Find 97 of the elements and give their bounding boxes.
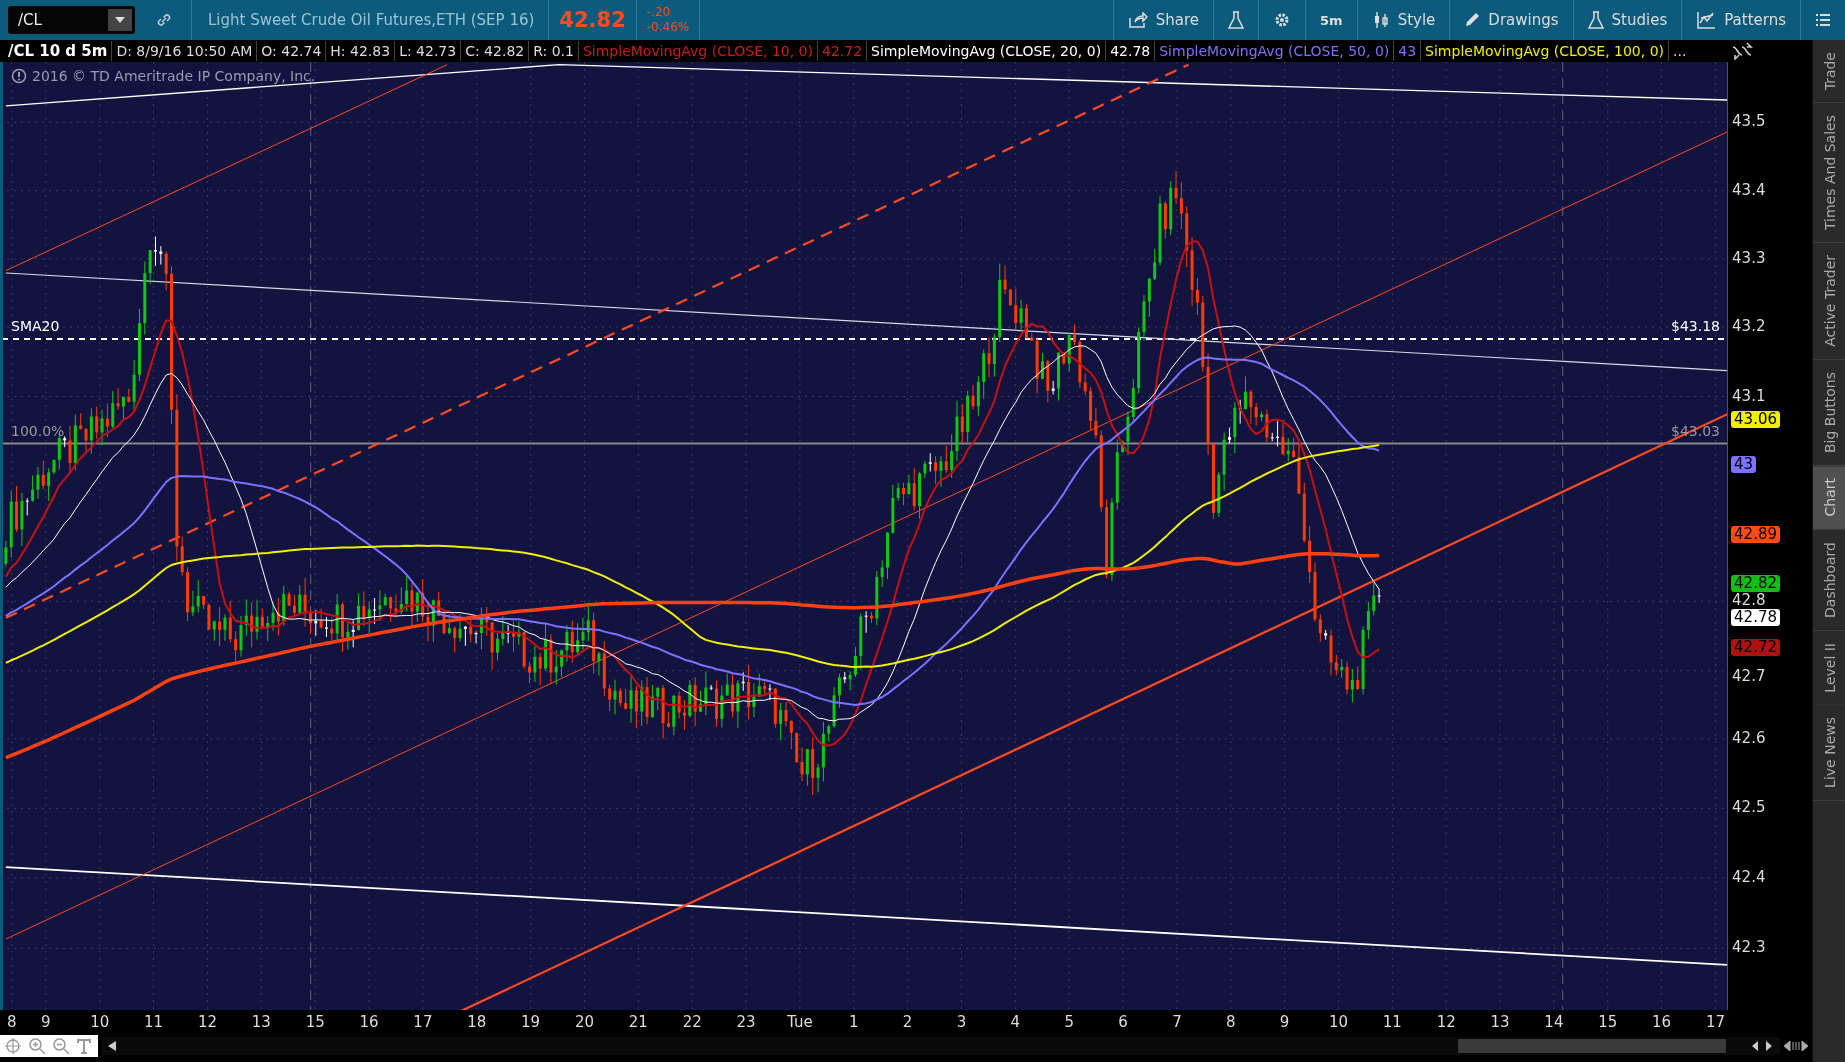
copyright-text: 2016 © TD Ameritrade IP Company, Inc.	[32, 68, 316, 84]
info-icon	[11, 68, 27, 84]
axis-label: 9	[41, 1013, 51, 1031]
axis-label: 10	[90, 1013, 110, 1031]
axis-label: 18	[467, 1013, 487, 1031]
bar-info: O: 42.74	[257, 41, 327, 61]
text-tool-icon[interactable]	[76, 1037, 92, 1054]
price-tag: 43.06	[1731, 411, 1780, 429]
symbol-field[interactable]: /CL	[8, 6, 135, 34]
level-label: SMA20	[11, 317, 60, 334]
axis-label: 42.3	[1732, 939, 1766, 957]
share-icon	[1127, 12, 1148, 28]
pencil-icon	[1464, 12, 1481, 28]
axis-label: 8	[1226, 1013, 1236, 1031]
axis-label: 43.2	[1732, 318, 1766, 336]
study-name: SimpleMovingAvg (CLOSE, 20, 0)	[867, 41, 1107, 61]
price-tag: 42.82	[1731, 574, 1780, 592]
price-tag: 42.72	[1731, 639, 1780, 657]
crosshair-icon[interactable]	[4, 1036, 22, 1055]
bar-info: H: 42.83	[326, 41, 396, 61]
bar-info: D: 8/9/16 10:50 AM	[112, 41, 258, 61]
flask-icon	[1587, 11, 1604, 29]
side-tab[interactable]: Level II	[1813, 630, 1845, 706]
side-tab[interactable]: Live News	[1813, 705, 1845, 802]
trend-line[interactable]	[5, 63, 1189, 619]
axis-label: 6	[1118, 1013, 1128, 1031]
zoom-out-icon[interactable]	[52, 1036, 70, 1055]
side-tab[interactable]: Active Trader	[1813, 243, 1845, 361]
axis-label: 43.4	[1732, 181, 1766, 199]
axis-label: 9	[1279, 1013, 1290, 1031]
axis-label: 43.5	[1732, 113, 1766, 131]
axis-label: 42.4	[1732, 868, 1766, 886]
price-tag: 42.78	[1731, 608, 1780, 626]
axis-label: 12	[197, 1013, 217, 1031]
axis-label: 4	[1010, 1013, 1021, 1031]
axis-label: 19	[521, 1013, 541, 1031]
axis-label: 14	[1544, 1013, 1564, 1031]
axis-label: 42.8	[1732, 592, 1766, 610]
resize-icon[interactable]	[1784, 1039, 1808, 1052]
axis-label: 10	[1328, 1013, 1348, 1031]
axis-label: 12	[1436, 1013, 1456, 1031]
study-value: 42.72	[818, 41, 868, 61]
axis-label: 11	[1382, 1013, 1402, 1031]
axis-label: 16	[1652, 1013, 1672, 1031]
pattern-icon	[1696, 11, 1717, 29]
symbol-text: /CL	[18, 11, 42, 29]
left-arrow-icon[interactable]	[108, 1040, 116, 1051]
bar-info: R: 0.1	[529, 41, 579, 61]
axis-label: 42.7	[1732, 667, 1766, 685]
study-name: SimpleMovingAvg (CLOSE, 10, 0)	[578, 41, 818, 61]
axis-label: 13	[1490, 1013, 1510, 1031]
arrows-icon[interactable]	[1752, 1040, 1774, 1051]
price-change: -.20	[646, 5, 672, 20]
study-name: SimpleMovingAvg (CLOSE, 100, 0)	[1421, 41, 1670, 61]
axis-label: 22	[682, 1013, 702, 1031]
more-studies[interactable]: ...	[1669, 41, 1691, 61]
level-price: $43.18	[1671, 317, 1720, 334]
axis-label: 5	[1064, 1013, 1074, 1031]
axis-label: 11	[144, 1013, 164, 1031]
study-value: 43	[1394, 41, 1422, 61]
side-tab[interactable]: Times And Sales	[1813, 103, 1845, 244]
study-name: SimpleMovingAvg (CLOSE, 50, 0)	[1155, 41, 1395, 61]
level-label: 100.0%	[11, 422, 65, 439]
axis-label: 16	[359, 1013, 379, 1031]
axis-label: 42.5	[1732, 799, 1766, 817]
zoom-in-icon[interactable]	[28, 1036, 46, 1055]
axis-label: 3	[956, 1013, 967, 1031]
price-tag: 42.89	[1731, 526, 1780, 544]
axis-label: 15	[305, 1013, 325, 1031]
axis-label: 13	[251, 1013, 271, 1031]
study-value: 42.78	[1106, 41, 1156, 61]
percent-change: -0.46%	[646, 20, 690, 35]
axis-label: 15	[1598, 1013, 1618, 1031]
axis-label: 17	[413, 1013, 433, 1031]
menu-icon	[1815, 13, 1831, 27]
axis-label: 17	[1705, 1013, 1725, 1031]
axis-label: 43.1	[1732, 387, 1766, 405]
price-tag: 43	[1731, 455, 1757, 473]
axis-label: 20	[574, 1013, 594, 1031]
axis-label: 43.3	[1732, 249, 1766, 267]
axis-label: 42.6	[1732, 729, 1766, 747]
scroll-thumb[interactable]	[1458, 1038, 1726, 1053]
side-tab[interactable]: Chart	[1813, 466, 1845, 530]
axis-label: 23	[736, 1013, 756, 1031]
axis-label: 2	[902, 1013, 913, 1031]
axis-label: 8	[7, 1013, 17, 1031]
bar-info: L: 42.73	[395, 41, 462, 61]
bar-info: C: 42.82	[461, 41, 530, 61]
scrollbar[interactable]	[102, 1036, 1780, 1055]
flask-icon	[1228, 11, 1245, 29]
dropdown-icon[interactable]	[108, 9, 132, 31]
chart-title: /CL 10 d 5m	[0, 41, 113, 61]
axis-label: 7	[1172, 1013, 1182, 1031]
axis-label: 21	[628, 1013, 648, 1031]
axis-label: 1	[849, 1013, 859, 1031]
link-icon[interactable]	[155, 11, 173, 29]
axis-label: Tue	[787, 1013, 813, 1031]
